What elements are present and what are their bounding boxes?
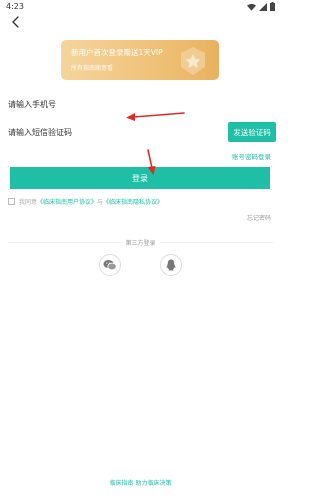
- chevron-left-icon: [12, 16, 19, 28]
- signal-icon: [259, 2, 267, 11]
- privacy-policy-link[interactable]: 《临床指南隐私协议》: [103, 197, 163, 206]
- status-time: 4:23: [6, 2, 24, 11]
- battery-icon: [270, 2, 275, 11]
- status-bar: 4:23: [0, 0, 281, 14]
- phone-number-input[interactable]: [8, 96, 228, 112]
- back-button[interactable]: [8, 14, 24, 30]
- footer-slogan: 临床指南 助力临床决策: [109, 480, 172, 487]
- login-button[interactable]: 登录: [10, 167, 270, 189]
- agreement-row: 我同意 《临床指南用户协议》 与 《临床指南隐私协议》: [8, 196, 163, 206]
- forgot-password-link[interactable]: 忘记密码: [247, 213, 271, 222]
- qq-login-button[interactable]: [160, 254, 182, 276]
- send-code-button[interactable]: 发送验证码: [228, 122, 276, 142]
- third-party-label-wrap: 第三方登录: [0, 238, 281, 247]
- agreement-prefix: 我同意: [19, 198, 38, 206]
- wechat-icon: [103, 260, 117, 271]
- password-login-link[interactable]: 账号密码登录: [232, 151, 271, 161]
- qq-icon: [166, 259, 176, 271]
- vip-banner-subtitle: 所有指南随意看: [71, 65, 114, 72]
- status-icons: [247, 2, 275, 11]
- sms-code-input[interactable]: [8, 124, 198, 140]
- user-agreement-link[interactable]: 《临床指南用户协议》: [37, 197, 97, 206]
- wifi-icon: [247, 3, 256, 11]
- agree-checkbox[interactable]: [8, 197, 15, 205]
- third-party-label: 第三方登录: [121, 240, 160, 247]
- vip-banner-title: 新用户首次登录赠送1天VIP: [71, 48, 163, 57]
- wechat-login-button[interactable]: [99, 254, 121, 276]
- vip-star-badge-icon: [181, 47, 205, 75]
- vip-promo-banner[interactable]: 新用户首次登录赠送1天VIP 所有指南随意看: [61, 40, 219, 80]
